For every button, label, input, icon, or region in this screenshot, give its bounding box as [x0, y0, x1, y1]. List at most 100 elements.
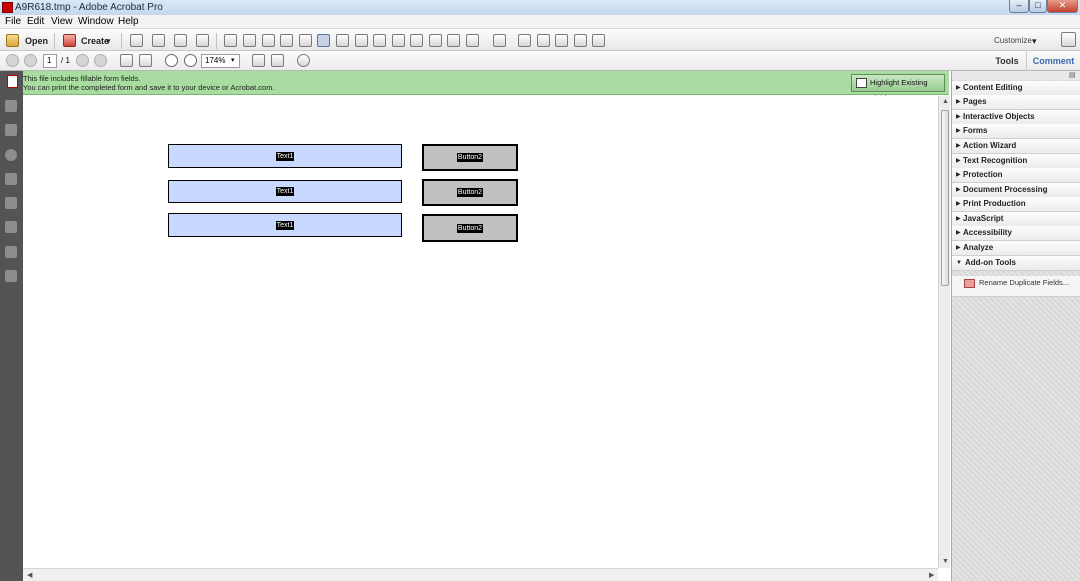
scroll-right-icon[interactable]: ▶ — [929, 571, 934, 579]
customize-button[interactable]: Customize — [994, 34, 1032, 48]
text-field[interactable]: Text1 — [168, 144, 402, 168]
document-icon[interactable] — [518, 34, 531, 47]
user-icon[interactable] — [493, 34, 506, 47]
hand-icon[interactable] — [139, 54, 152, 67]
expand-icon[interactable] — [1061, 32, 1076, 47]
attachments-icon[interactable] — [5, 173, 17, 185]
minimize-button[interactable]: – — [1009, 0, 1029, 13]
rename-duplicate-fields-item[interactable]: Rename Duplicate Fields... — [964, 278, 1069, 288]
barcode-icon[interactable] — [447, 34, 460, 47]
menu-help[interactable]: Help — [118, 16, 139, 27]
text-field[interactable]: Text1 — [168, 180, 402, 203]
previous-view-icon[interactable] — [76, 54, 89, 67]
chevron-right-icon: ▶ — [956, 172, 961, 178]
panel-header: ▤ — [952, 71, 1080, 80]
panel-add-on-tools[interactable]: ▼ Add-on Tools — [952, 256, 1080, 271]
scroll-up-icon[interactable]: ▲ — [942, 98, 949, 105]
pages-icon[interactable] — [5, 100, 17, 112]
form-button[interactable]: Button2 — [422, 179, 518, 206]
toolbox-icon[interactable] — [466, 34, 479, 47]
page-number-input[interactable]: 1 — [43, 54, 57, 68]
panel-analyze[interactable]: ▶ Analyze — [952, 241, 1080, 256]
panel-forms[interactable]: ▶ Forms — [952, 124, 1080, 139]
open-button[interactable]: Open — [25, 34, 48, 48]
merge-icon[interactable] — [555, 34, 568, 47]
customize-dropdown-icon[interactable]: ▾ — [1032, 34, 1037, 48]
redact-icon[interactable] — [592, 34, 605, 47]
button-label: Button2 — [456, 188, 484, 197]
tags-icon[interactable] — [5, 270, 17, 282]
panel-javascript[interactable]: ▶ JavaScript — [952, 212, 1080, 227]
folder-up-icon[interactable] — [130, 34, 143, 47]
form-button[interactable]: Button2 — [422, 144, 518, 171]
list-box-icon[interactable] — [410, 34, 423, 47]
full-screen-icon[interactable] — [271, 54, 284, 67]
maximize-button[interactable]: □ — [1029, 0, 1047, 13]
form-button[interactable]: Button2 — [422, 214, 518, 242]
tab-comment[interactable]: Comment — [1026, 51, 1080, 71]
search-icon[interactable] — [297, 54, 310, 67]
dropdown-field-icon[interactable] — [429, 34, 442, 47]
next-page-icon[interactable] — [24, 54, 37, 67]
panel-action-wizard[interactable]: ▶ Action Wizard — [952, 139, 1080, 154]
next-view-icon[interactable] — [94, 54, 107, 67]
panel-text-recognition[interactable]: ▶ Text Recognition — [952, 154, 1080, 169]
print-icon[interactable] — [196, 34, 209, 47]
highlight-fields-button[interactable]: Highlight Existing Fields — [851, 74, 945, 103]
zoom-dropdown-icon[interactable]: ▾ — [231, 56, 235, 64]
menu-edit[interactable]: Edit — [27, 16, 44, 27]
checkbox-icon[interactable] — [392, 34, 405, 47]
panel-interactive-objects[interactable]: ▶ Interactive Objects — [952, 110, 1080, 125]
panel-content-editing[interactable]: ▶ Content Editing — [952, 81, 1080, 96]
scroll-thumb[interactable] — [941, 110, 949, 286]
scroll-left-icon[interactable]: ◀ — [27, 571, 32, 579]
sign-icon[interactable] — [574, 34, 587, 47]
vertical-scrollbar[interactable]: ▲ ▼ — [938, 96, 950, 568]
field-label: Text1 — [275, 187, 295, 196]
menu-file[interactable]: File — [5, 16, 21, 27]
text-field[interactable]: Text1 — [168, 213, 402, 237]
text-field-icon[interactable] — [336, 34, 349, 47]
chevron-right-icon: ▶ — [956, 201, 961, 207]
chevron-right-icon: ▶ — [956, 245, 961, 251]
menu-window[interactable]: Window — [78, 16, 114, 27]
panel-options-icon[interactable]: ▤ — [1069, 71, 1076, 79]
toolbar-divider — [216, 33, 217, 49]
comment-icon[interactable] — [262, 34, 275, 47]
zoom-out-icon[interactable] — [165, 54, 178, 67]
cloud-upload-icon[interactable] — [174, 34, 187, 47]
panel-print-production[interactable]: ▶ Print Production — [952, 197, 1080, 212]
settings-icon[interactable] — [224, 34, 237, 47]
close-button[interactable]: ✕ — [1047, 0, 1078, 13]
select-object-icon[interactable] — [317, 34, 330, 47]
fit-page-icon[interactable] — [252, 54, 265, 67]
content-icon[interactable] — [5, 246, 17, 258]
horizontal-scrollbar[interactable]: ◀ ▶ — [23, 568, 938, 581]
save-icon[interactable] — [152, 34, 165, 47]
form-icon — [7, 75, 18, 88]
link-icon[interactable] — [373, 34, 386, 47]
edit-icon[interactable] — [243, 34, 256, 47]
attach-icon[interactable] — [299, 34, 312, 47]
tab-tools[interactable]: Tools — [989, 51, 1025, 71]
model-tree-icon[interactable] — [5, 221, 17, 233]
scroll-down-icon[interactable]: ▼ — [942, 558, 949, 565]
panel-protection[interactable]: ▶ Protection — [952, 168, 1080, 183]
create-button[interactable]: Create — [81, 34, 109, 48]
document-page: Text1 Text1 Text1 Button2 Button2 Button… — [23, 96, 938, 568]
menu-view[interactable]: View — [51, 16, 73, 27]
export-icon[interactable] — [537, 34, 550, 47]
stamp-icon[interactable] — [280, 34, 293, 47]
panel-accessibility[interactable]: ▶ Accessibility — [952, 226, 1080, 241]
signatures-icon[interactable] — [5, 149, 17, 161]
create-dropdown-icon[interactable]: ▾ — [106, 34, 111, 48]
previous-page-icon[interactable] — [6, 54, 19, 67]
zoom-in-icon[interactable] — [184, 54, 197, 67]
panel-pages[interactable]: ▶ Pages — [952, 95, 1080, 110]
button-field-icon[interactable] — [355, 34, 368, 47]
bookmarks-icon[interactable] — [5, 124, 17, 136]
panel-document-processing[interactable]: ▶ Document Processing — [952, 183, 1080, 198]
chevron-right-icon: ▶ — [956, 85, 961, 91]
layers-icon[interactable] — [5, 197, 17, 209]
select-cursor-icon[interactable] — [120, 54, 133, 67]
